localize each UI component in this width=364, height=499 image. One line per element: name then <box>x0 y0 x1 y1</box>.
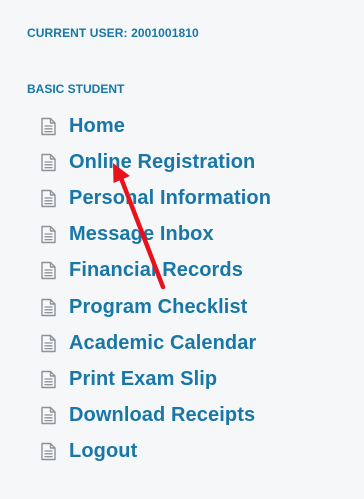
menu-label-financial-records: Financial Records <box>69 259 243 282</box>
menu-item-download-receipts[interactable]: Download Receipts <box>40 398 271 434</box>
document-icon <box>40 153 57 172</box>
menu-label-home: Home <box>69 114 125 137</box>
document-icon <box>40 406 57 425</box>
section-label-basic-student: BASIC STUDENT <box>27 82 125 96</box>
menu-label-download-receipts: Download Receipts <box>69 404 256 427</box>
document-icon <box>40 334 57 353</box>
menu-item-message-inbox[interactable]: Message Inbox <box>40 217 271 253</box>
document-icon <box>40 370 57 389</box>
document-icon <box>40 298 57 317</box>
menu-label-print-exam-slip: Print Exam Slip <box>69 367 218 390</box>
student-menu: Home Online Registration Personal Inform… <box>40 108 271 470</box>
menu-label-online-registration: Online Registration <box>69 150 256 173</box>
menu-item-personal-information[interactable]: Personal Information <box>40 180 271 216</box>
student-sidebar-panel: CURRENT USER: 2001001810 BASIC STUDENT H… <box>0 0 364 499</box>
menu-item-print-exam-slip[interactable]: Print Exam Slip <box>40 361 271 397</box>
document-icon <box>40 261 57 280</box>
menu-label-academic-calendar: Academic Calendar <box>69 331 257 354</box>
document-icon <box>40 442 57 461</box>
menu-item-financial-records[interactable]: Financial Records <box>40 253 271 289</box>
menu-item-academic-calendar[interactable]: Academic Calendar <box>40 325 271 361</box>
document-icon <box>40 117 57 136</box>
menu-item-home[interactable]: Home <box>40 108 271 144</box>
menu-item-logout[interactable]: Logout <box>40 434 271 470</box>
menu-label-logout: Logout <box>69 440 138 463</box>
menu-item-program-checklist[interactable]: Program Checklist <box>40 289 271 325</box>
document-icon <box>40 189 57 208</box>
current-user-label: CURRENT USER: 2001001810 <box>27 26 199 40</box>
document-icon <box>40 225 57 244</box>
menu-label-program-checklist: Program Checklist <box>69 295 248 318</box>
menu-label-personal-information: Personal Information <box>69 186 272 209</box>
menu-item-online-registration[interactable]: Online Registration <box>40 144 271 180</box>
menu-label-message-inbox: Message Inbox <box>69 223 214 246</box>
